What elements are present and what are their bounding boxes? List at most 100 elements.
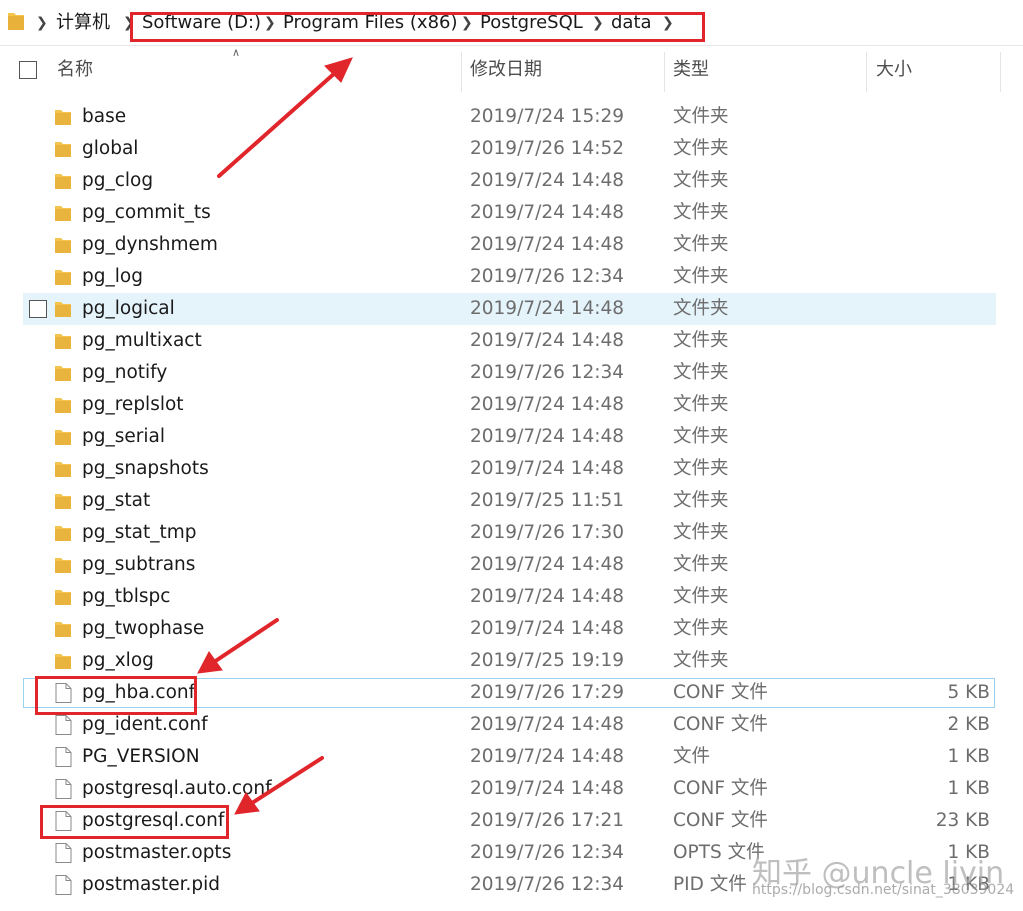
file-row[interactable]: pg_notify 2019/7/26 12:34 文件夹 [0, 357, 1023, 389]
modified-date: 2019/7/24 14:48 [470, 586, 625, 607]
file-row[interactable]: pg_log 2019/7/26 12:34 文件夹 [0, 261, 1023, 293]
modified-date: 2019/7/24 14:48 [470, 778, 625, 799]
modified-date: 2019/7/25 19:19 [470, 650, 625, 671]
column-divider[interactable] [664, 52, 665, 92]
column-header-size[interactable]: 大小 [876, 58, 912, 82]
file-size: 2 KB [947, 714, 990, 735]
folder-icon [54, 107, 72, 127]
folder-icon [54, 267, 72, 287]
file-name: pg_hba.conf [82, 682, 196, 703]
column-header-date[interactable]: 修改日期 [470, 58, 542, 82]
file-row[interactable]: pg_dynshmem 2019/7/24 14:48 文件夹 [0, 229, 1023, 261]
folder-icon [54, 395, 72, 415]
file-row[interactable]: pg_tblspc 2019/7/24 14:48 文件夹 [0, 581, 1023, 613]
breadcrumb-data[interactable]: data [611, 10, 652, 36]
modified-date: 2019/7/24 14:48 [470, 234, 625, 255]
modified-date: 2019/7/26 12:34 [470, 362, 625, 383]
file-name: pg_stat [82, 490, 151, 511]
file-row[interactable]: postgresql.conf 2019/7/26 17:21 CONF 文件 23 … [0, 805, 1023, 837]
row-checkbox[interactable] [29, 300, 47, 318]
file-type: 文件夹 [673, 522, 729, 543]
modified-date: 2019/7/24 14:48 [470, 394, 625, 415]
file-row[interactable]: pg_logical 2019/7/24 14:48 文件夹 [0, 293, 1023, 325]
file-type: 文件夹 [673, 106, 729, 127]
file-size: 5 KB [947, 682, 990, 703]
file-type: 文件夹 [673, 138, 729, 159]
modified-date: 2019/7/26 17:21 [470, 810, 625, 831]
folder-icon [54, 331, 72, 351]
file-type: 文件夹 [673, 426, 729, 447]
file-icon [54, 811, 72, 831]
modified-date: 2019/7/24 14:48 [470, 170, 625, 191]
modified-date: 2019/7/26 12:34 [470, 266, 625, 287]
file-name: pg_subtrans [82, 554, 196, 575]
file-name: base [82, 106, 127, 127]
file-name: pg_clog [82, 170, 154, 191]
modified-date: 2019/7/24 14:48 [470, 714, 625, 735]
file-row[interactable]: pg_snapshots 2019/7/24 14:48 文件夹 [0, 453, 1023, 485]
modified-date: 2019/7/26 17:29 [470, 682, 625, 703]
file-row[interactable]: pg_replslot 2019/7/24 14:48 文件夹 [0, 389, 1023, 421]
file-type: 文件夹 [673, 458, 729, 479]
folder-icon [54, 491, 72, 511]
address-bar[interactable]: ❯ 计算机 ❯ Software (D:) ❯ Program Files (x… [0, 0, 1023, 46]
file-name: pg_tblspc [82, 586, 171, 607]
column-divider[interactable] [866, 52, 867, 92]
file-row[interactable]: pg_commit_ts 2019/7/24 14:48 文件夹 [0, 197, 1023, 229]
file-type: CONF 文件 [673, 778, 768, 799]
file-size: 23 KB [935, 810, 990, 831]
modified-date: 2019/7/24 14:48 [470, 426, 625, 447]
file-row[interactable]: pg_multixact 2019/7/24 14:48 文件夹 [0, 325, 1023, 357]
folder-icon [54, 299, 72, 319]
file-name: pg_log [82, 266, 143, 287]
file-name: pg_ident.conf [82, 714, 208, 735]
folder-icon [54, 587, 72, 607]
file-row[interactable]: postgresql.auto.conf 2019/7/24 14:48 CONF … [0, 773, 1023, 805]
chevron-right-icon[interactable]: ❯ [662, 10, 674, 36]
file-row[interactable]: pg_stat_tmp 2019/7/26 17:30 文件夹 [0, 517, 1023, 549]
file-type: 文件夹 [673, 202, 729, 223]
file-name: pg_serial [82, 426, 165, 447]
modified-date: 2019/7/25 11:51 [470, 490, 625, 511]
file-type: 文件夹 [673, 554, 729, 575]
file-type: 文件夹 [673, 362, 729, 383]
file-row[interactable]: pg_hba.conf 2019/7/26 17:29 CONF 文件 5 KB [0, 677, 1023, 709]
file-type: CONF 文件 [673, 714, 768, 735]
file-row[interactable]: pg_serial 2019/7/24 14:48 文件夹 [0, 421, 1023, 453]
file-row[interactable]: pg_xlog 2019/7/25 19:19 文件夹 [0, 645, 1023, 677]
chevron-right-icon[interactable]: ❯ [123, 10, 135, 36]
folder-icon [54, 619, 72, 639]
breadcrumb-drive[interactable]: Software (D:) [142, 10, 261, 36]
file-name: pg_twophase [82, 618, 205, 639]
chevron-right-icon[interactable]: ❯ [592, 10, 604, 36]
file-type: 文件夹 [673, 298, 729, 319]
modified-date: 2019/7/24 14:48 [470, 202, 625, 223]
file-row[interactable]: pg_stat 2019/7/25 11:51 文件夹 [0, 485, 1023, 517]
chevron-right-icon[interactable]: ❯ [461, 10, 473, 36]
chevron-right-icon[interactable]: ❯ [264, 10, 276, 36]
breadcrumb-computer[interactable]: 计算机 [56, 10, 110, 36]
file-row[interactable]: global 2019/7/26 14:52 文件夹 [0, 133, 1023, 165]
file-row[interactable]: pg_twophase 2019/7/24 14:48 文件夹 [0, 613, 1023, 645]
file-name: postmaster.pid [82, 874, 221, 895]
file-name: pg_replslot [82, 394, 184, 415]
file-type: CONF 文件 [673, 810, 768, 831]
file-row[interactable]: base 2019/7/24 15:29 文件夹 [0, 101, 1023, 133]
file-icon [54, 779, 72, 799]
breadcrumb-postgresql[interactable]: PostgreSQL [480, 10, 583, 36]
file-row[interactable]: PG_VERSION 2019/7/24 14:48 文件 1 KB [0, 741, 1023, 773]
file-row[interactable]: pg_ident.conf 2019/7/24 14:48 CONF 文件 2 KB [0, 709, 1023, 741]
column-header-name[interactable]: 名称 [57, 58, 93, 82]
file-row[interactable]: pg_subtrans 2019/7/24 14:48 文件夹 [0, 549, 1023, 581]
file-type: 文件夹 [673, 650, 729, 671]
file-row[interactable]: pg_clog 2019/7/24 14:48 文件夹 [0, 165, 1023, 197]
file-name: postmaster.opts [82, 842, 232, 863]
modified-date: 2019/7/26 12:34 [470, 874, 625, 895]
select-all-checkbox[interactable] [19, 61, 37, 79]
chevron-right-icon[interactable]: ❯ [36, 10, 48, 36]
column-divider[interactable] [461, 52, 462, 92]
column-divider[interactable] [1000, 52, 1001, 92]
breadcrumb-program-files[interactable]: Program Files (x86) [283, 10, 458, 36]
file-icon [54, 747, 72, 767]
column-header-type[interactable]: 类型 [673, 58, 709, 82]
